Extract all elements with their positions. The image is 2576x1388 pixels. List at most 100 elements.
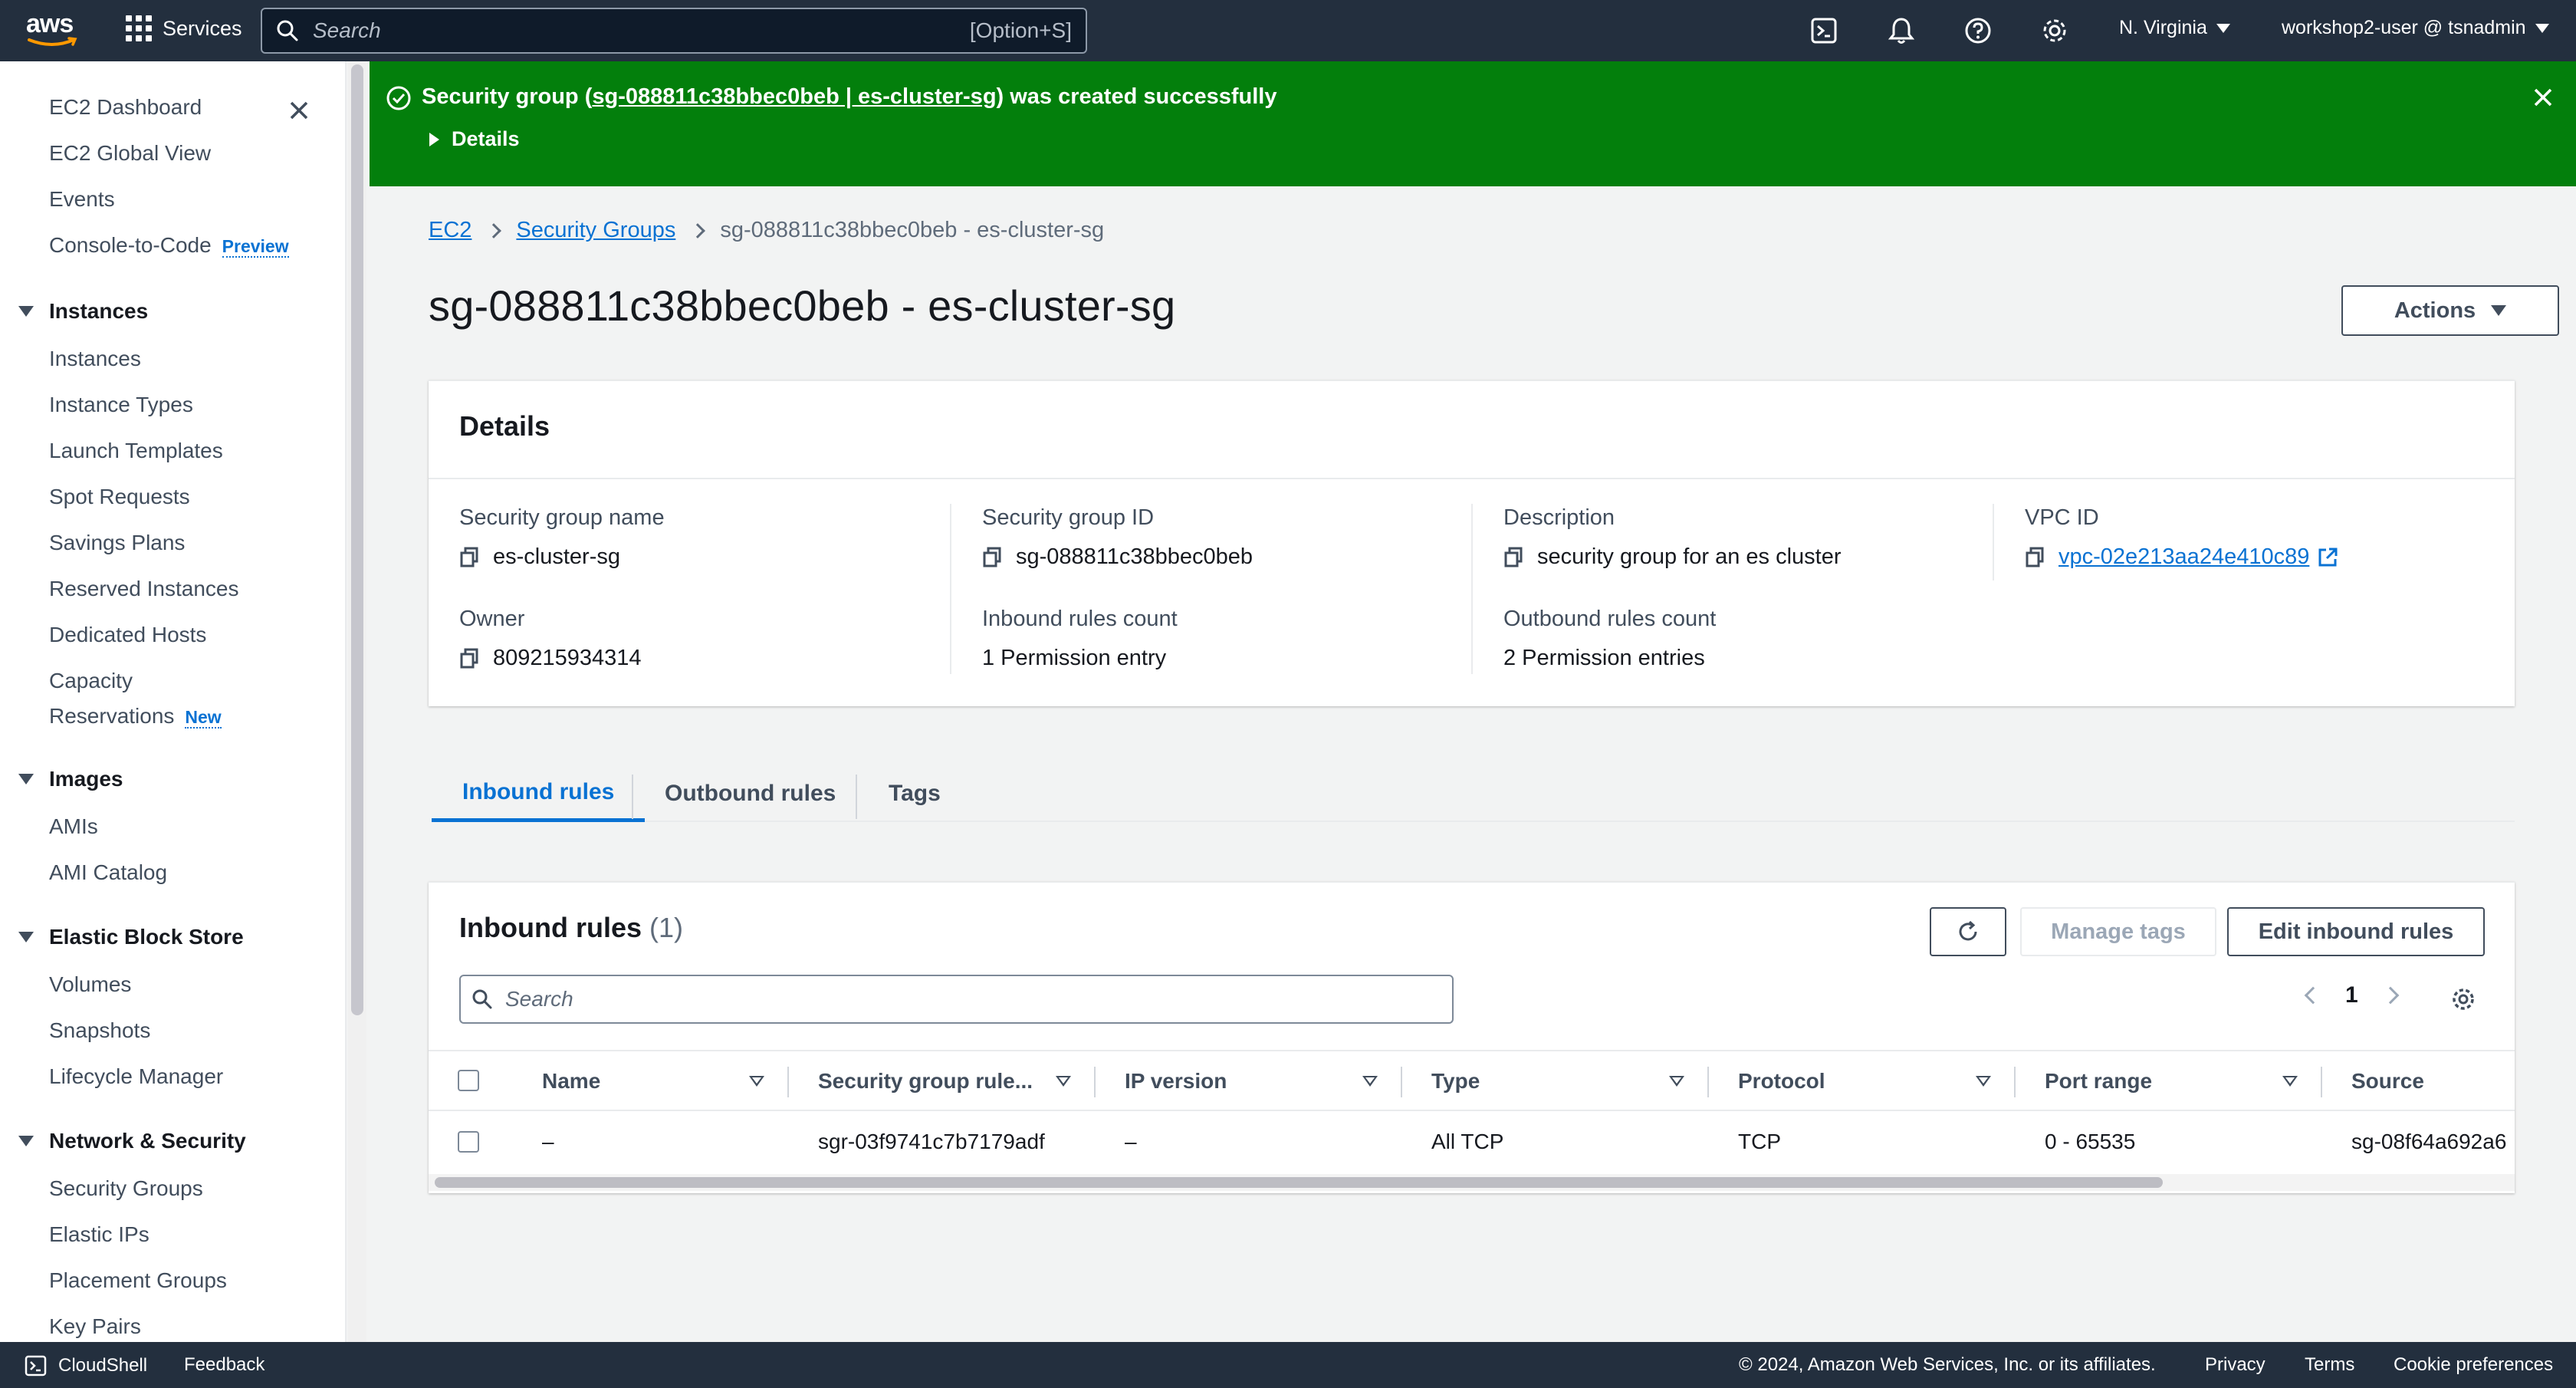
sidebar-section-images[interactable]: Images bbox=[18, 767, 123, 791]
sidebar-item-ec2-global-view[interactable]: EC2 Global View bbox=[49, 141, 211, 166]
sidebar-scrollbar[interactable] bbox=[351, 64, 363, 1015]
sidebar-item-security-groups[interactable]: Security Groups bbox=[49, 1176, 203, 1201]
breadcrumb-security-groups[interactable]: Security Groups bbox=[516, 218, 675, 243]
sidebar-item-key-pairs[interactable]: Key Pairs bbox=[49, 1314, 141, 1339]
copy-icon[interactable] bbox=[459, 648, 479, 669]
copy-icon[interactable] bbox=[2025, 547, 2045, 568]
manage-tags-button[interactable]: Manage tags bbox=[2020, 907, 2216, 956]
close-flash-icon[interactable] bbox=[2530, 84, 2556, 110]
sort-icon[interactable] bbox=[1976, 1076, 1991, 1087]
sidebar-item-spot-requests[interactable]: Spot Requests bbox=[49, 485, 190, 509]
help-icon[interactable] bbox=[1963, 15, 1993, 46]
chevron-left-icon[interactable] bbox=[2304, 986, 2322, 1005]
account-label: workshop2-user @ tsnadmin bbox=[2282, 17, 2526, 38]
sidebar-item-instance-types[interactable]: Instance Types bbox=[49, 393, 193, 417]
column-header-name[interactable]: Name bbox=[542, 1051, 600, 1111]
privacy-link[interactable]: Privacy bbox=[2205, 1354, 2266, 1376]
global-search-input[interactable]: Search [Option+S] bbox=[261, 8, 1087, 54]
breadcrumb-ec2[interactable]: EC2 bbox=[429, 218, 472, 243]
sidebar-item-ec2-dashboard[interactable]: EC2 Dashboard bbox=[49, 95, 202, 120]
flash-details-toggle[interactable]: Details bbox=[429, 127, 520, 151]
aws-logo[interactable]: aws bbox=[26, 11, 81, 49]
sidebar-item-savings-plans[interactable]: Savings Plans bbox=[49, 531, 185, 555]
sidebar-item-reserved-instances[interactable]: Reserved Instances bbox=[49, 577, 238, 601]
row-checkbox[interactable] bbox=[458, 1131, 479, 1153]
actions-button[interactable]: Actions bbox=[2341, 285, 2559, 336]
column-header-source[interactable]: Source bbox=[2351, 1051, 2424, 1111]
column-resizer[interactable] bbox=[1707, 1067, 1709, 1097]
sidebar-section-elastic-block-store[interactable]: Elastic Block Store bbox=[18, 925, 244, 949]
page-title: sg-088811c38bbec0beb - es-cluster-sg bbox=[429, 281, 1176, 330]
close-sidebar-icon[interactable] bbox=[285, 97, 313, 124]
sidebar-item-volumes[interactable]: Volumes bbox=[49, 972, 131, 997]
sidebar-item-capacity-reservations[interactable]: Capacity Reservations New bbox=[49, 669, 222, 729]
select-all-checkbox[interactable] bbox=[458, 1070, 479, 1091]
table-horizontal-scrollbar[interactable] bbox=[435, 1177, 2163, 1188]
sidebar-item-snapshots[interactable]: Snapshots bbox=[49, 1018, 150, 1043]
sidebar-item-launch-templates[interactable]: Launch Templates bbox=[49, 439, 223, 463]
description-field: Description security group for an es clu… bbox=[1503, 505, 1842, 570]
cookie-preferences-link[interactable]: Cookie preferences bbox=[2394, 1354, 2553, 1376]
column-resizer[interactable] bbox=[2014, 1067, 2016, 1097]
section-title: Elastic Block Store bbox=[49, 925, 244, 949]
vpc-id-link[interactable]: vpc-02e213aa24e410c89 bbox=[2058, 544, 2309, 570]
details-panel: Details Security group name es-cluster-s… bbox=[429, 380, 2515, 706]
sort-icon[interactable] bbox=[1669, 1076, 1684, 1087]
feedback-link[interactable]: Feedback bbox=[184, 1354, 264, 1376]
sidebar-item-placement-groups[interactable]: Placement Groups bbox=[49, 1268, 227, 1293]
column-resizer[interactable] bbox=[2321, 1067, 2322, 1097]
details-heading: Details bbox=[459, 410, 550, 442]
inbound-count-field: Inbound rules count 1 Permission entry bbox=[982, 607, 1178, 671]
column-header-type[interactable]: Type bbox=[1431, 1051, 1480, 1111]
sidebar-item-lifecycle-manager[interactable]: Lifecycle Manager bbox=[49, 1064, 223, 1089]
account-menu[interactable]: workshop2-user @ tsnadmin bbox=[2282, 17, 2549, 39]
column-resizer[interactable] bbox=[1401, 1067, 1402, 1097]
table-row[interactable]: – sgr-03f9741c7b7179adf – All TCP TCP 0 … bbox=[429, 1111, 2515, 1173]
column-resizer[interactable] bbox=[787, 1067, 789, 1097]
column-resizer[interactable] bbox=[1094, 1067, 1096, 1097]
terms-link[interactable]: Terms bbox=[2305, 1354, 2354, 1376]
tab-tags[interactable]: Tags bbox=[858, 765, 971, 822]
copy-icon[interactable] bbox=[982, 547, 1002, 568]
column-header-protocol[interactable]: Protocol bbox=[1738, 1051, 1825, 1111]
edit-inbound-rules-button[interactable]: Edit inbound rules bbox=[2227, 907, 2485, 956]
tab-inbound-rules[interactable]: Inbound rules bbox=[432, 765, 646, 822]
sg-name-field: Security group name es-cluster-sg bbox=[459, 505, 665, 570]
search-icon bbox=[277, 20, 298, 41]
services-menu-button[interactable]: Services bbox=[126, 15, 242, 41]
sidebar-section-instances[interactable]: Instances bbox=[18, 299, 148, 324]
cloudshell-button[interactable]: CloudShell bbox=[25, 1354, 147, 1377]
sg-id-field: Security group ID sg-088811c38bbec0beb bbox=[982, 505, 1253, 570]
sidebar-item-amis[interactable]: AMIs bbox=[49, 814, 98, 839]
copy-icon[interactable] bbox=[1503, 547, 1523, 568]
current-page[interactable]: 1 bbox=[2345, 982, 2358, 1008]
column-header-rule-id[interactable]: Security group rule... bbox=[818, 1051, 1033, 1111]
refresh-button[interactable] bbox=[1930, 907, 2006, 956]
gear-icon[interactable] bbox=[2450, 985, 2477, 1013]
sidebar-item-dedicated-hosts[interactable]: Dedicated Hosts bbox=[49, 623, 206, 647]
field-label: Description bbox=[1503, 505, 1615, 530]
cloudshell-icon[interactable] bbox=[1809, 15, 1840, 46]
chevron-right-icon[interactable] bbox=[2381, 986, 2400, 1005]
sidebar-item-instances[interactable]: Instances bbox=[49, 347, 141, 371]
sidebar-item-console-to-code[interactable]: Console-to-Code Preview bbox=[49, 233, 289, 258]
sidebar-item-events[interactable]: Events bbox=[49, 187, 115, 212]
sort-icon[interactable] bbox=[1056, 1076, 1071, 1087]
sidebar-section-network-security[interactable]: Network & Security bbox=[18, 1129, 246, 1153]
sidebar-item-elastic-ips[interactable]: Elastic IPs bbox=[49, 1222, 150, 1247]
sort-icon[interactable] bbox=[2282, 1076, 2298, 1087]
sg-name-value: es-cluster-sg bbox=[493, 544, 620, 569]
sidebar-item-ami-catalog[interactable]: AMI Catalog bbox=[49, 860, 167, 885]
sort-icon[interactable] bbox=[1362, 1076, 1378, 1087]
gear-icon[interactable] bbox=[2039, 15, 2070, 46]
rules-search-input[interactable]: Search bbox=[459, 975, 1454, 1024]
external-link-icon[interactable] bbox=[2317, 547, 2338, 568]
flash-sg-link[interactable]: sg-088811c38bbec0beb | es-cluster-sg bbox=[592, 84, 996, 109]
sort-icon[interactable] bbox=[749, 1076, 764, 1087]
column-header-port-range[interactable]: Port range bbox=[2045, 1051, 2152, 1111]
column-header-ip-version[interactable]: IP version bbox=[1125, 1051, 1227, 1111]
copy-icon[interactable] bbox=[459, 547, 479, 568]
tab-outbound-rules[interactable]: Outbound rules bbox=[634, 765, 866, 822]
bell-icon[interactable] bbox=[1886, 15, 1917, 46]
region-selector[interactable]: N. Virginia bbox=[2119, 17, 2230, 39]
